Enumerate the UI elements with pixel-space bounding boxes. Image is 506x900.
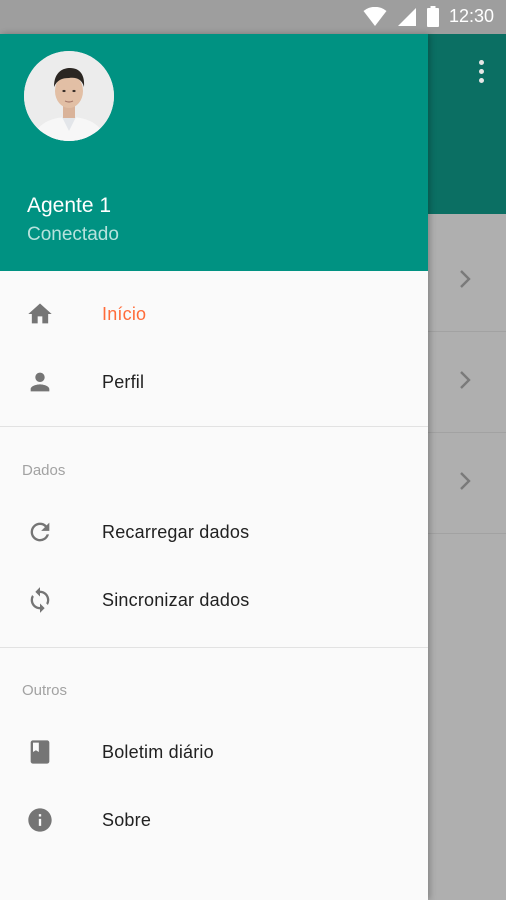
status-bar: 12:30 — [0, 0, 506, 34]
refresh-icon — [30, 522, 50, 542]
chevron-right-icon — [460, 371, 471, 389]
person-icon — [30, 372, 50, 392]
menu-item-sobre[interactable]: Sobre — [0, 786, 428, 854]
drawer-header: Agente 1 Conectado — [0, 34, 428, 271]
info-icon — [28, 808, 52, 832]
more-vert-icon[interactable] — [479, 60, 484, 83]
chevron-right-icon — [460, 270, 471, 288]
user-status: Conectado — [27, 224, 119, 245]
menu-item-recarregar-dados[interactable]: Recarregar dados — [0, 498, 428, 566]
chevron-right-icon — [460, 472, 471, 490]
section-header-outros: Outros — [22, 682, 68, 699]
background-list-row[interactable] — [428, 231, 506, 332]
status-time: 12:30 — [448, 6, 494, 26]
menu-item-sincronizar-dados[interactable]: Sincronizar dados — [0, 566, 428, 634]
menu-item-label: Boletim diário — [102, 741, 214, 762]
user-name: Agente 1 — [27, 194, 112, 217]
menu-item-label: Início — [102, 303, 147, 324]
section-header-dados: Dados — [22, 462, 66, 479]
menu-item-label: Perfil — [102, 371, 145, 392]
background-list-row[interactable] — [428, 332, 506, 433]
menu-item-label: Recarregar dados — [102, 521, 250, 542]
divider — [0, 426, 428, 427]
sync-icon — [30, 587, 50, 613]
background-list-row[interactable] — [428, 433, 506, 534]
wifi-icon — [363, 6, 387, 27]
signal-icon — [397, 7, 417, 27]
divider — [0, 647, 428, 648]
battery-icon — [426, 6, 439, 27]
navigation-drawer: Agente 1 Conectado Início Perfil Dados R… — [0, 34, 428, 900]
menu-item-boletim-diario[interactable]: Boletim diário — [0, 718, 428, 786]
menu-item-inicio[interactable]: Início — [0, 280, 428, 348]
home-icon — [28, 303, 52, 324]
menu-item-perfil[interactable]: Perfil — [0, 348, 428, 416]
book-icon — [30, 740, 50, 764]
menu-item-label: Sobre — [102, 809, 152, 830]
avatar[interactable] — [24, 51, 114, 141]
menu-item-label: Sincronizar dados — [102, 589, 250, 610]
